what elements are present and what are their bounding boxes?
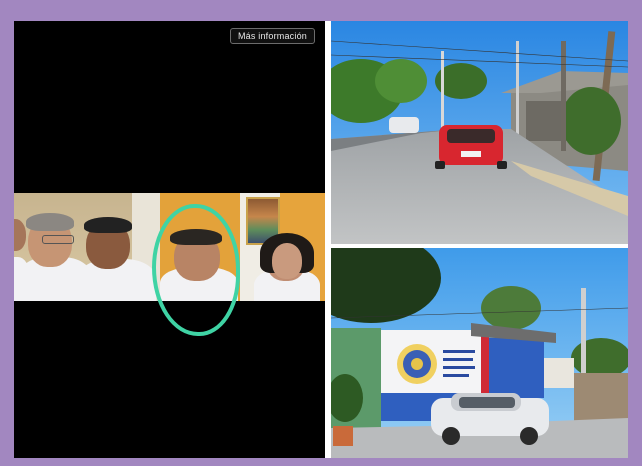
video-player[interactable]: Más información <box>14 21 325 458</box>
street-scene-red-car <box>331 21 628 244</box>
school-wall-photo-white-car <box>331 248 628 458</box>
highlight-circle <box>152 204 240 336</box>
school-scene-white-car <box>331 248 628 458</box>
red-car <box>435 125 507 169</box>
more-info-button[interactable]: Más información <box>229 28 315 44</box>
collage-frame: Más información <box>14 21 628 458</box>
street-photo-red-car <box>331 21 628 244</box>
seal-emblem-icon <box>397 344 437 384</box>
